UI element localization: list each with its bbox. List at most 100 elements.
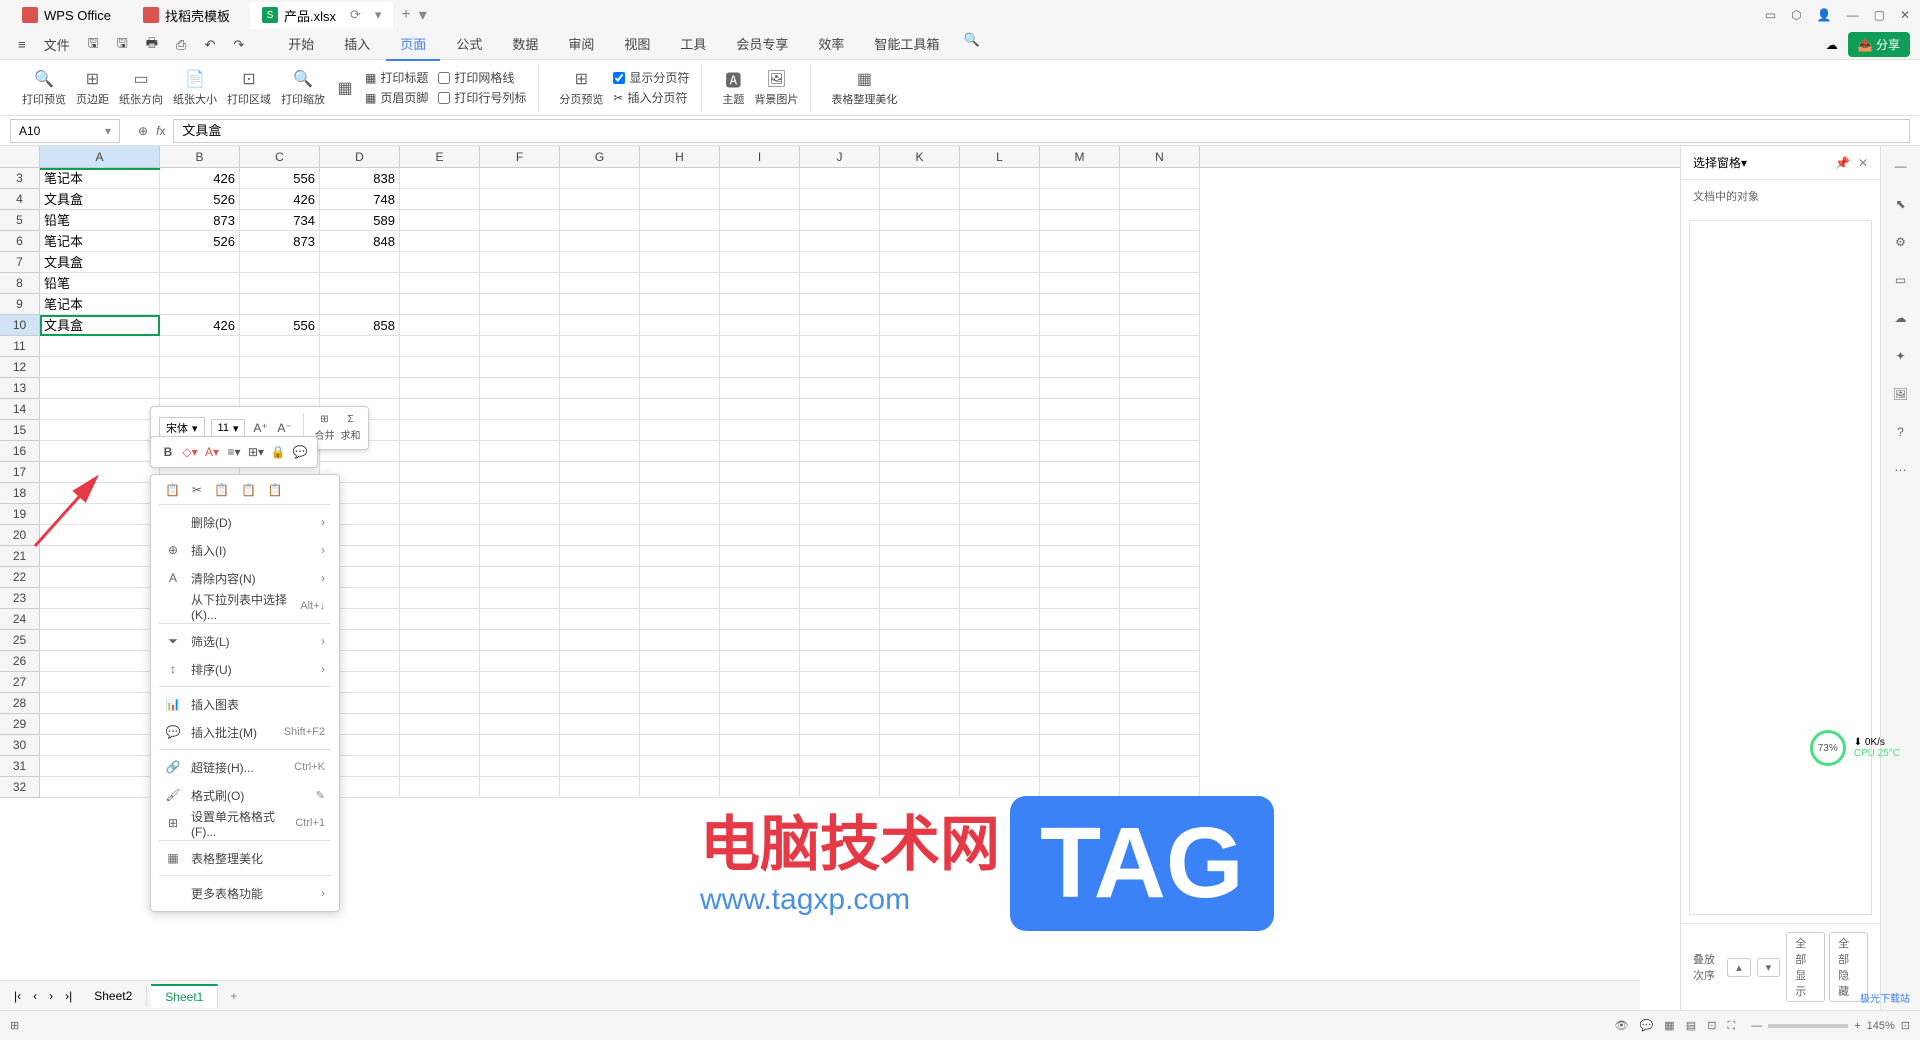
- cell[interactable]: [880, 210, 960, 231]
- cell[interactable]: [960, 777, 1040, 798]
- cell[interactable]: [1120, 525, 1200, 546]
- cell[interactable]: [640, 567, 720, 588]
- insert-page-break-button[interactable]: ✂ 插入分页符: [613, 89, 689, 106]
- cell[interactable]: [640, 525, 720, 546]
- cell[interactable]: [560, 273, 640, 294]
- tab-start[interactable]: 开始: [274, 28, 328, 61]
- cell[interactable]: 748: [320, 189, 400, 210]
- row-header[interactable]: 16: [0, 441, 40, 462]
- col-header-j[interactable]: J: [800, 146, 880, 167]
- cell[interactable]: [480, 630, 560, 651]
- cell[interactable]: [960, 399, 1040, 420]
- tab-add-button[interactable]: +: [401, 6, 410, 24]
- cell[interactable]: [40, 336, 160, 357]
- cell[interactable]: [1040, 714, 1120, 735]
- cell[interactable]: [720, 336, 800, 357]
- cell[interactable]: [560, 567, 640, 588]
- cell[interactable]: [960, 609, 1040, 630]
- cell[interactable]: [640, 294, 720, 315]
- cell[interactable]: 556: [240, 168, 320, 189]
- tab-view[interactable]: 视图: [610, 28, 664, 61]
- cell[interactable]: [1040, 336, 1120, 357]
- cell[interactable]: [640, 672, 720, 693]
- cell[interactable]: [480, 672, 560, 693]
- cell[interactable]: [640, 231, 720, 252]
- tab-formula[interactable]: 公式: [442, 28, 496, 61]
- cell[interactable]: [1120, 168, 1200, 189]
- cell[interactable]: [960, 693, 1040, 714]
- cell[interactable]: [240, 378, 320, 399]
- print-scale-button[interactable]: 🔍打印缩放: [281, 69, 325, 107]
- row-header[interactable]: 5: [0, 210, 40, 231]
- cell[interactable]: [400, 609, 480, 630]
- cell[interactable]: [40, 357, 160, 378]
- cell[interactable]: 笔记本: [40, 231, 160, 252]
- cell[interactable]: [1120, 504, 1200, 525]
- share-button[interactable]: 📤 分享: [1848, 32, 1910, 57]
- col-header-g[interactable]: G: [560, 146, 640, 167]
- cell[interactable]: [1040, 462, 1120, 483]
- header-footer-button[interactable]: ▦ 页眉页脚: [365, 89, 428, 106]
- cell[interactable]: [960, 420, 1040, 441]
- cell[interactable]: [320, 357, 400, 378]
- cell[interactable]: [640, 588, 720, 609]
- cell[interactable]: [880, 693, 960, 714]
- row-header[interactable]: 30: [0, 735, 40, 756]
- cell[interactable]: [560, 609, 640, 630]
- tab-member[interactable]: 会员专享: [722, 28, 802, 61]
- cell[interactable]: [1040, 420, 1120, 441]
- row-header[interactable]: 26: [0, 651, 40, 672]
- cell[interactable]: [720, 525, 800, 546]
- spreadsheet[interactable]: A B C D E F G H I J K L M N 345678910111…: [0, 146, 1680, 1010]
- cell[interactable]: [1040, 231, 1120, 252]
- margins-button[interactable]: ⊞页边距: [76, 69, 109, 107]
- cell[interactable]: [720, 609, 800, 630]
- name-box[interactable]: A10 ▾: [10, 119, 120, 143]
- cell[interactable]: [40, 651, 160, 672]
- row-header[interactable]: 31: [0, 756, 40, 777]
- cell[interactable]: [1120, 231, 1200, 252]
- cell[interactable]: [880, 714, 960, 735]
- cell[interactable]: [560, 735, 640, 756]
- cell[interactable]: [400, 357, 480, 378]
- cell[interactable]: [240, 357, 320, 378]
- cell[interactable]: [720, 777, 800, 798]
- move-up-button[interactable]: ▴: [1727, 958, 1751, 977]
- cell[interactable]: [720, 588, 800, 609]
- help-icon[interactable]: ?: [1891, 422, 1911, 442]
- cell[interactable]: 873: [160, 210, 240, 231]
- cell[interactable]: [800, 651, 880, 672]
- col-header-m[interactable]: M: [1040, 146, 1120, 167]
- cell[interactable]: [880, 399, 960, 420]
- tab-document[interactable]: S 产品.xlsx ⟳ ▾: [250, 2, 393, 29]
- cell[interactable]: [800, 735, 880, 756]
- cell[interactable]: [720, 630, 800, 651]
- cell[interactable]: [880, 735, 960, 756]
- cell[interactable]: [800, 525, 880, 546]
- cell[interactable]: [1040, 630, 1120, 651]
- cell[interactable]: [960, 189, 1040, 210]
- cell[interactable]: [880, 483, 960, 504]
- cell[interactable]: [480, 693, 560, 714]
- cancel-formula-icon[interactable]: ⊕: [138, 124, 148, 138]
- cell[interactable]: [960, 546, 1040, 567]
- cell[interactable]: 556: [240, 315, 320, 336]
- row-header[interactable]: 22: [0, 567, 40, 588]
- close-button[interactable]: ✕: [1900, 8, 1910, 22]
- cell[interactable]: [560, 777, 640, 798]
- cell[interactable]: [640, 210, 720, 231]
- cell[interactable]: [960, 483, 1040, 504]
- row-header[interactable]: 9: [0, 294, 40, 315]
- cell[interactable]: [640, 546, 720, 567]
- ctx-filter[interactable]: ⏷筛选(L)›: [151, 627, 339, 655]
- cell[interactable]: [560, 630, 640, 651]
- cell[interactable]: [960, 588, 1040, 609]
- cursor-icon[interactable]: ⬉: [1891, 194, 1911, 214]
- cell[interactable]: [1040, 189, 1120, 210]
- cell[interactable]: 笔记本: [40, 294, 160, 315]
- cell[interactable]: [720, 504, 800, 525]
- cell[interactable]: [960, 525, 1040, 546]
- cell[interactable]: [800, 546, 880, 567]
- lock-icon[interactable]: 🔒: [269, 443, 287, 461]
- window-icon[interactable]: ▭: [1765, 8, 1776, 22]
